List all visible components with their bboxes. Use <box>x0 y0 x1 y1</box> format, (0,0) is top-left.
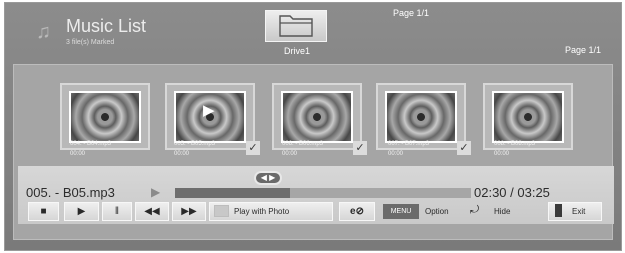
progress-bar[interactable] <box>175 188 471 198</box>
menu-button[interactable]: MENU <box>383 204 419 219</box>
pause-button[interactable]: ‖ <box>102 202 132 221</box>
progress-fill <box>175 188 291 198</box>
item-name: 005. - B05.mp3 <box>174 141 216 147</box>
page-title: Music List <box>66 16 147 36</box>
item-name: 008. - B08.mp3 <box>494 141 536 147</box>
stop-icon: ■ <box>40 206 47 217</box>
repeat-button[interactable]: e⊘ <box>339 202 375 221</box>
check-icon: ✓ <box>353 141 367 155</box>
music-disc-icon <box>281 91 353 143</box>
hide-label[interactable]: Hide <box>494 207 510 216</box>
play-icon: ▶ <box>203 102 215 119</box>
hide-icon: ⤾ <box>470 204 480 216</box>
page-indicator-top: Page 1/1 <box>393 8 430 18</box>
item-time: 00:00 <box>282 151 298 157</box>
left-right-arrows-icon[interactable]: ◀ ▶ <box>254 171 282 185</box>
music-disc-icon <box>69 91 141 143</box>
drive-button[interactable] <box>265 10 327 42</box>
music-disc-icon <box>492 91 564 143</box>
music-disc-icon <box>385 91 457 143</box>
stop-button[interactable]: ■ <box>28 202 59 221</box>
rewind-icon: ◀◀ <box>144 206 160 217</box>
exit-label: Exit <box>572 207 586 216</box>
repeat-icon: e⊘ <box>350 206 364 217</box>
item-name: 006. - B06.mp3 <box>282 141 324 147</box>
page-indicator: Page 1/1 <box>565 45 602 55</box>
play-with-photo-label: Play with Photo <box>234 207 290 216</box>
item-name: 007. - B07.mp3 <box>388 141 430 147</box>
play-indicator-icon: ▶ <box>151 185 161 199</box>
rewind-button[interactable]: ◀◀ <box>135 202 169 221</box>
photo-toggle-box <box>214 205 229 217</box>
item-time: 00:00 <box>494 151 510 157</box>
check-icon: ✓ <box>246 141 260 155</box>
folder-icon <box>279 15 313 37</box>
play-icon: ▶ <box>77 206 86 217</box>
playback-time: 02:30 / 03:25 <box>474 185 550 200</box>
item-time: 00:00 <box>70 151 86 157</box>
check-icon: ✓ <box>457 141 471 155</box>
play-button[interactable]: ▶ <box>64 202 99 221</box>
music-note-icon: ♫ <box>36 21 51 43</box>
exit-icon <box>555 204 562 217</box>
fast-forward-button[interactable]: ▶▶ <box>172 202 206 221</box>
item-time: 00:00 <box>174 151 190 157</box>
drive-label: Drive1 <box>284 46 311 56</box>
fast-forward-icon: ▶▶ <box>181 206 197 217</box>
current-file-name: 005. - B05.mp3 <box>26 185 115 200</box>
pause-icon: ‖ <box>114 206 120 217</box>
marked-count: 3 file(s) Marked <box>66 39 115 46</box>
item-time: 00:00 <box>388 151 404 157</box>
item-name: 004. - B04.mp3 <box>70 141 112 147</box>
option-label: Option <box>425 207 449 216</box>
